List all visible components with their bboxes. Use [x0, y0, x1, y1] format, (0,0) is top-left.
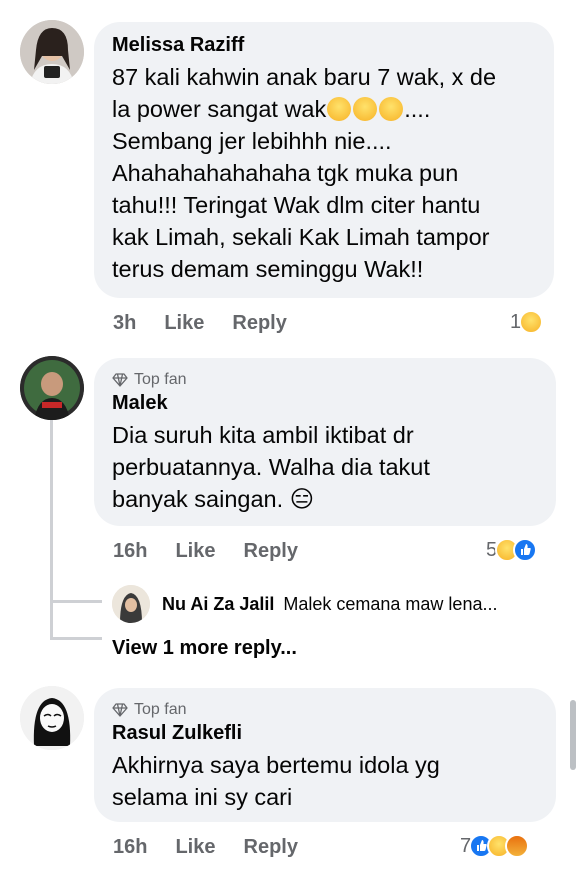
- top-fan-badge: Top fan: [112, 700, 538, 720]
- thread-line: [50, 420, 53, 640]
- comment-bubble-melissa: Melissa Raziff 87 kali kahwin anak baru …: [94, 22, 554, 298]
- reaction-summary[interactable]: 7: [460, 834, 530, 858]
- avatar-rasul-zulkefli[interactable]: [20, 686, 84, 750]
- reaction-summary[interactable]: 1: [510, 310, 544, 334]
- like-button[interactable]: Like: [175, 540, 215, 563]
- profile-photo: [112, 585, 150, 623]
- haha-reaction-icon: [519, 310, 544, 334]
- comment-line-suffix: ....: [404, 96, 431, 122]
- comment-line-with-emoji: la power sangat wak....: [112, 93, 536, 125]
- view-more-replies-link[interactable]: View 1 more reply...: [112, 637, 297, 660]
- diamond-icon: [112, 703, 128, 717]
- reply-button[interactable]: Reply: [232, 312, 286, 335]
- comment-timestamp[interactable]: 16h: [113, 836, 147, 859]
- comment-line: 87 kali kahwin anak baru 7 wak, x de: [112, 64, 497, 90]
- reply-snippet: Malek cemana maw lena...: [283, 594, 498, 614]
- diamond-icon: [112, 373, 128, 387]
- profile-photo: [20, 356, 84, 420]
- comment-actions: 16h Like Reply: [113, 540, 298, 563]
- comment-line: tahu!!! Teringat Wak dlm citer hantu: [112, 192, 481, 218]
- comment-line: selama ini sy cari: [112, 784, 293, 810]
- thread-connector: [50, 637, 102, 640]
- reply-author[interactable]: Nu Ai Za Jalil: [162, 594, 274, 614]
- comment-bubble-rasul: Top fan Rasul Zulkefli Akhirnya saya ber…: [94, 688, 556, 822]
- comment-line: perbuatannya. Walha dia takut: [112, 454, 430, 480]
- top-fan-badge: Top fan: [112, 370, 538, 390]
- comment-timestamp[interactable]: 16h: [113, 540, 147, 563]
- scrollbar-thumb[interactable]: [570, 700, 576, 770]
- comment-line: terus demam seminggu Wak!!: [112, 256, 424, 282]
- comment-line: Akhirnya saya bertemu idola yg: [112, 752, 440, 778]
- comment-line: la power sangat wak: [112, 96, 327, 122]
- top-fan-label: Top fan: [134, 701, 187, 718]
- reply-button[interactable]: Reply: [244, 540, 298, 563]
- like-button[interactable]: Like: [164, 312, 204, 335]
- rofl-emoji-icon: [353, 97, 378, 121]
- rofl-emoji-icon: [379, 97, 404, 121]
- comment-line: Ahahahahahahaha tgk muka pun: [112, 160, 459, 186]
- comment-bubble-malek: Top fan Malek Dia suruh kita ambil iktib…: [94, 358, 556, 526]
- profile-photo: [20, 20, 84, 84]
- angry-reaction-icon: [505, 834, 530, 858]
- comment-line: Dia suruh kita ambil iktibat dr: [112, 422, 414, 448]
- comment-timestamp[interactable]: 3h: [113, 312, 136, 335]
- comment-author[interactable]: Rasul Zulkefli: [112, 722, 538, 745]
- rofl-emoji-icon: [327, 97, 352, 121]
- avatar-malek[interactable]: [20, 356, 84, 420]
- reply-button[interactable]: Reply: [244, 836, 298, 859]
- comment-actions: 16h Like Reply: [113, 836, 298, 859]
- comment-actions: 3h Like Reply: [113, 312, 287, 335]
- comment-line: kak Limah, sekali Kak Limah tampor: [112, 224, 490, 250]
- avatar-melissa-raziff[interactable]: [20, 20, 84, 84]
- comment-line: Sembang jer lebihhh nie....: [112, 128, 392, 154]
- reaction-summary[interactable]: 5: [486, 538, 538, 562]
- avatar-nu-ai-za-jalil[interactable]: [112, 585, 150, 623]
- comment-author[interactable]: Malek: [112, 392, 538, 415]
- reply-preview[interactable]: Nu Ai Za Jalil Malek cemana maw lena...: [162, 594, 497, 615]
- like-button[interactable]: Like: [175, 836, 215, 859]
- profile-photo: [20, 686, 84, 750]
- comment-author[interactable]: Melissa Raziff: [112, 34, 536, 57]
- like-reaction-icon: [513, 538, 538, 562]
- top-fan-label: Top fan: [134, 371, 187, 388]
- thread-connector: [50, 600, 102, 603]
- comment-line: banyak saingan. 😑: [112, 486, 315, 512]
